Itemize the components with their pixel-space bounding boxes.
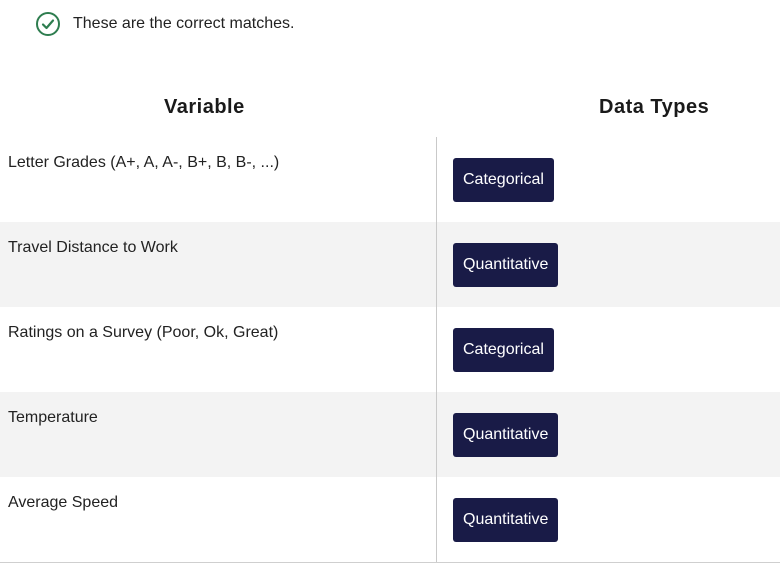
table-row: Letter Grades (A+, A, A-, B+, B, B-, ...…	[0, 137, 780, 222]
data-type-chip[interactable]: Categorical	[453, 158, 554, 202]
column-divider	[436, 137, 437, 562]
table-row: Temperature Quantitative	[0, 392, 780, 477]
variable-label: Ratings on a Survey (Poor, Ok, Great)	[8, 324, 279, 341]
check-circle-icon	[35, 11, 61, 37]
variable-label: Travel Distance to Work	[8, 239, 178, 256]
table-row: Travel Distance to Work Quantitative	[0, 222, 780, 307]
table-row: Average Speed Quantitative	[0, 477, 780, 562]
variable-label: Temperature	[8, 409, 98, 426]
matching-table: Letter Grades (A+, A, A-, B+, B, B-, ...…	[0, 137, 780, 563]
variable-label: Letter Grades (A+, A, A-, B+, B, B-, ...…	[8, 154, 280, 171]
data-type-chip[interactable]: Quantitative	[453, 243, 559, 287]
feedback-banner: These are the correct matches.	[35, 11, 294, 37]
table-bottom-border	[0, 562, 780, 563]
data-type-chip[interactable]: Quantitative	[453, 498, 559, 542]
data-type-chip[interactable]: Categorical	[453, 328, 554, 372]
variable-label: Average Speed	[8, 494, 119, 511]
table-header: Variable Data Types	[0, 96, 780, 126]
feedback-message: These are the correct matches.	[73, 15, 295, 32]
data-type-chip[interactable]: Quantitative	[453, 413, 559, 457]
variable-column-header: Variable	[164, 96, 245, 118]
data-types-column-header: Data Types	[599, 96, 710, 118]
table-row: Ratings on a Survey (Poor, Ok, Great) Ca…	[0, 307, 780, 392]
